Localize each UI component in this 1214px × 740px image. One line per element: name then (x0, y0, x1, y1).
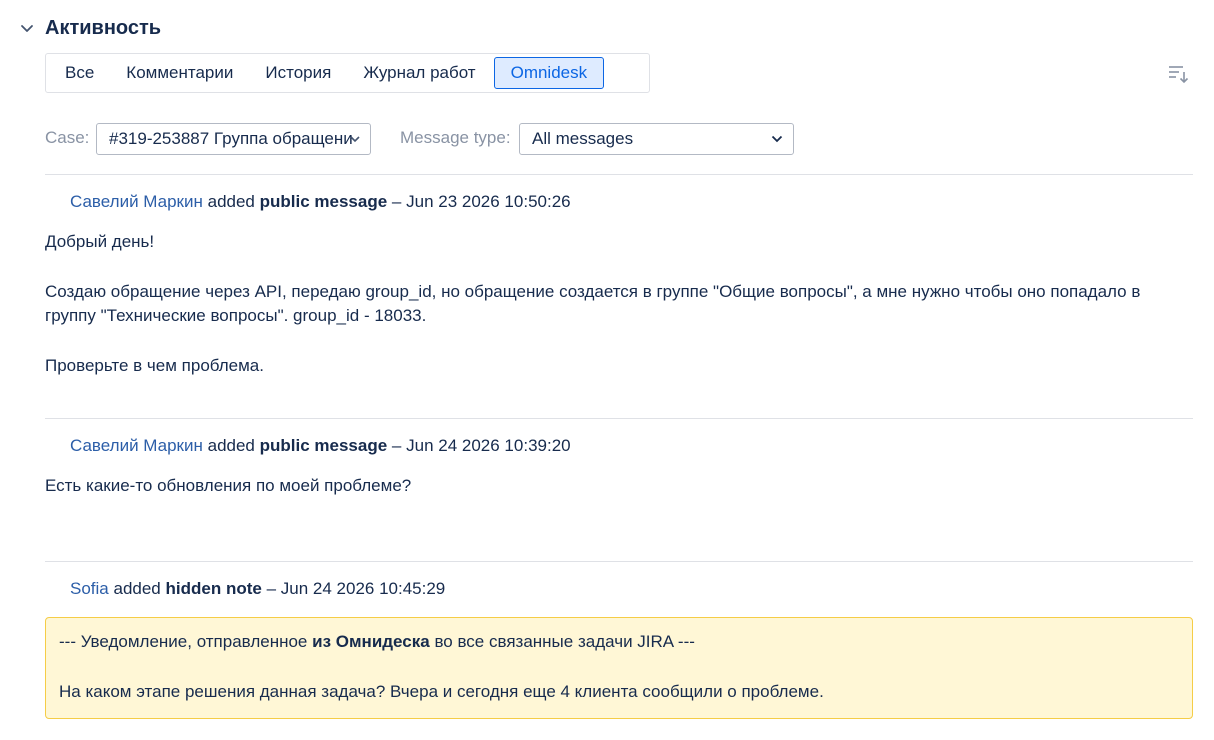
case-label: Case: (45, 128, 90, 147)
message-type-select[interactable]: All messages (519, 123, 794, 155)
message-line: Проверьте в чем проблема. (45, 356, 264, 375)
note-prefix: --- Уведомление, отправленное (59, 632, 308, 651)
chevron-down-icon (350, 136, 360, 143)
entry-separator: – (391, 436, 402, 455)
message-type-label: Message type: (400, 128, 511, 147)
entry-action: added (113, 579, 161, 598)
activity-tabs: Все Комментарии История Журнал работ Omn… (45, 53, 650, 93)
entry-header: Sofia added hidden note – Jun 24 2026 10… (70, 579, 445, 599)
note-suffix: во все связанные (434, 632, 574, 651)
message-line: Добрый день! (45, 232, 155, 251)
entry-body: Добрый день! Создаю обращение через API,… (45, 230, 1195, 378)
author-link[interactable]: Савелий Маркин (70, 436, 203, 455)
message-type-select-value: All messages (532, 129, 634, 148)
entry-divider (45, 561, 1193, 562)
entry-timestamp: Jun 24 2026 10:39:20 (406, 436, 571, 455)
author-link[interactable]: Савелий Маркин (70, 192, 203, 211)
entry-header: Савелий Маркин added public message – Ju… (70, 436, 571, 456)
entry-separator: – (266, 579, 277, 598)
sort-order-icon[interactable] (1167, 63, 1189, 85)
entry-timestamp: Jun 23 2026 10:50:26 (406, 192, 571, 211)
entry-divider (45, 174, 1193, 175)
tab-worklog[interactable]: Журнал работ (347, 57, 491, 89)
message-line: группу "Технические вопросы". group_id -… (45, 306, 427, 325)
hidden-note-box: --- Уведомление, отправленное из Омнидес… (45, 617, 1193, 719)
note-tail: задачи JIRA --- (577, 632, 695, 651)
entry-body: Есть какие-то обновления по моей проблем… (45, 474, 1195, 498)
tab-all[interactable]: Все (49, 57, 110, 89)
entry-header: Савелий Маркин added public message – Ju… (70, 192, 571, 212)
message-line: Есть какие-то обновления по моей проблем… (45, 476, 412, 495)
tab-comments[interactable]: Комментарии (110, 57, 249, 89)
entry-type: hidden note (165, 579, 262, 598)
message-line: Создаю обращение через API, передаю grou… (45, 282, 1141, 301)
note-source: из Омнидеска (312, 632, 430, 651)
entry-action: added (207, 436, 255, 455)
author-link[interactable]: Sofia (70, 579, 109, 598)
entry-timestamp: Jun 24 2026 10:45:29 (280, 579, 446, 598)
tab-omnidesk[interactable]: Omnidesk (493, 57, 605, 89)
entry-separator: – (391, 192, 402, 211)
section-title: Активность (45, 16, 162, 39)
note-message: На каком этапе решения данная задача? Вч… (59, 682, 824, 701)
entry-type: public message (259, 192, 388, 211)
case-select[interactable]: #319-253887 Группа обращени (96, 123, 371, 155)
case-select-value: #319-253887 Группа обращени (109, 129, 353, 148)
note-header: --- Уведомление, отправленное из Омнидес… (59, 630, 1179, 654)
entry-type: public message (259, 436, 388, 455)
chevron-down-icon (771, 135, 783, 143)
activity-section-header[interactable]: Активность (18, 14, 161, 42)
tab-history[interactable]: История (249, 57, 347, 89)
entry-action: added (207, 192, 255, 211)
chevron-down-icon[interactable] (18, 19, 36, 37)
entry-divider (45, 418, 1193, 419)
